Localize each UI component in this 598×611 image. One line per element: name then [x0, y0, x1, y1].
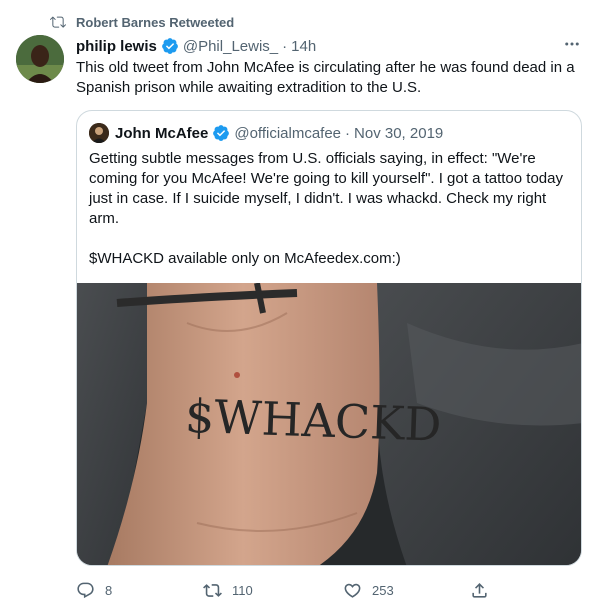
quoted-author-name[interactable]: John McAfee	[115, 125, 208, 142]
reply-icon	[77, 582, 94, 598]
share-button[interactable]	[470, 581, 489, 600]
tattoo-text: $WHACKD	[184, 389, 442, 452]
tweet-timestamp[interactable]: 14h	[291, 38, 316, 55]
more-options-button[interactable]	[562, 34, 582, 54]
retweet-banner: Robert Barnes Retweeted	[50, 12, 234, 32]
like-count: 253	[372, 582, 394, 598]
author-avatar[interactable]	[16, 35, 64, 83]
share-icon	[472, 582, 487, 598]
more-icon	[565, 42, 579, 46]
separator-dot: ·	[345, 124, 351, 142]
retweet-button[interactable]: 110	[203, 581, 343, 600]
quoted-tweet-text: Getting subtle messages from U.S. offici…	[89, 150, 563, 267]
reply-button[interactable]: 8	[76, 581, 203, 600]
tattoo-photo: $WHACKD	[77, 283, 581, 565]
tweet-text: This old tweet from John McAfee is circu…	[76, 59, 575, 96]
quoted-author-handle: @officialmcafee	[234, 124, 342, 142]
retweet-icon	[203, 583, 222, 597]
heart-icon	[344, 583, 361, 598]
author-name[interactable]: philip lewis	[76, 38, 157, 55]
tweet-header: philip lewis @Phil_Lewis_ · 14h	[76, 36, 582, 56]
separator-dot: ·	[282, 37, 288, 55]
retweet-icon	[50, 16, 66, 28]
quoted-tweet-date: Nov 30, 2019	[354, 124, 444, 142]
quoted-tweet-header: John McAfee @officialmcafee · Nov 30, 20…	[89, 123, 443, 143]
quoted-tweet-card[interactable]: John McAfee @officialmcafee · Nov 30, 20…	[76, 110, 582, 566]
avatar-image	[16, 35, 64, 83]
retweet-banner-text[interactable]: Robert Barnes Retweeted	[76, 15, 234, 30]
retweet-count: 110	[232, 582, 253, 598]
like-button[interactable]: 253	[343, 581, 470, 600]
quoted-author-avatar	[89, 123, 109, 143]
author-handle[interactable]: @Phil_Lewis_	[183, 38, 278, 55]
quoted-tweet-image[interactable]: $WHACKD	[77, 283, 581, 565]
verified-badge-icon	[161, 38, 178, 54]
reply-count: 8	[105, 582, 113, 598]
tweet-action-bar: 8 110 253	[76, 578, 516, 602]
verified-badge-icon	[213, 125, 230, 141]
